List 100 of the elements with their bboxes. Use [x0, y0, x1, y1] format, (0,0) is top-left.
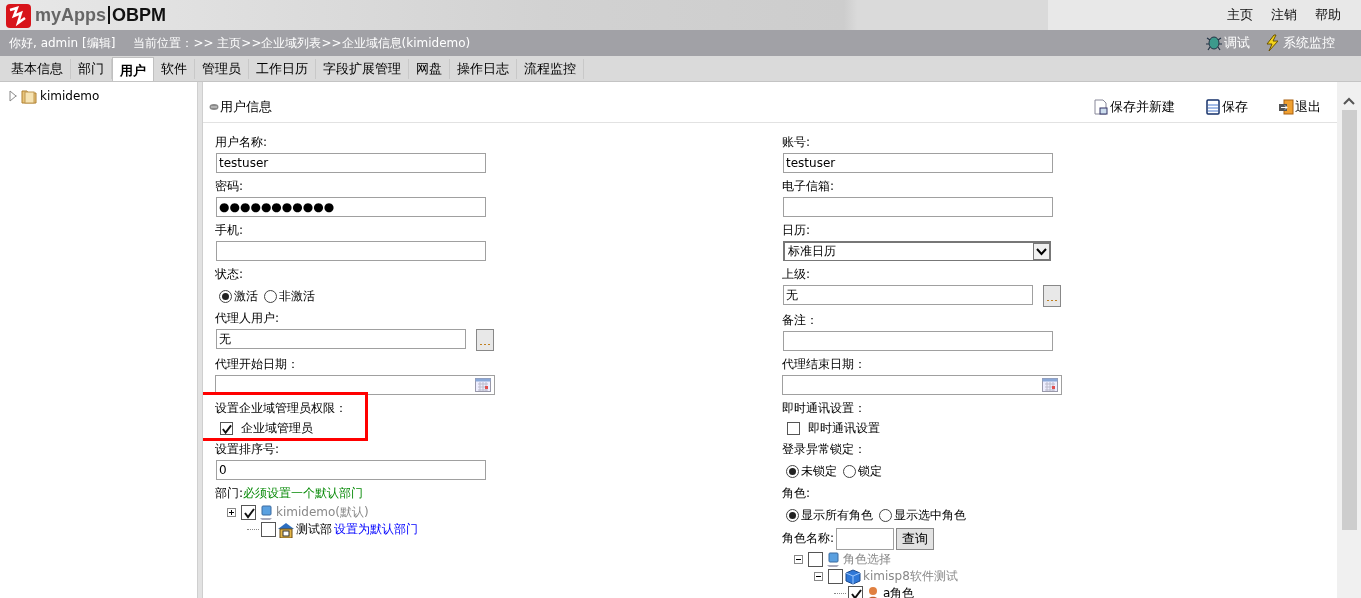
field-label: 代理结束日期：: [782, 356, 867, 373]
toolbar-button[interactable]: 退出: [1278, 98, 1321, 116]
tab[interactable]: 基本信息: [4, 59, 71, 79]
breadcrumb: 当前位置：>> 主页>>企业域列表>>企业域信息(kimidemo): [133, 34, 471, 52]
field-label: 手机:: [215, 222, 245, 239]
text-field[interactable]: [783, 331, 1053, 351]
dropdown[interactable]: 标准日历: [783, 241, 1051, 261]
option-label: 未锁定: [801, 462, 837, 480]
tab[interactable]: 软件: [154, 59, 195, 79]
text-field[interactable]: 无: [216, 329, 466, 349]
scrollbar-thumb[interactable]: [1341, 110, 1357, 530]
text-field[interactable]: testuser: [783, 153, 1053, 173]
chevron-down-icon: [1033, 243, 1050, 260]
radio-button[interactable]: [879, 508, 892, 522]
text-field[interactable]: [216, 241, 486, 261]
scroll-up-icon: [1342, 96, 1356, 106]
field-label: 角色名称:: [782, 530, 835, 547]
folder-icon: [21, 88, 37, 104]
logo-icon: [5, 1, 32, 29]
tree-node-label[interactable]: 角色选择: [843, 551, 891, 568]
nav-link[interactable]: 注销: [1271, 6, 1297, 24]
checkmark-icon: [849, 587, 862, 598]
tab[interactable]: 管理员: [195, 59, 249, 79]
field-label: 角色:: [782, 485, 812, 502]
checkbox[interactable]: [261, 522, 276, 537]
option-label: 激活: [234, 287, 258, 305]
checkbox[interactable]: [828, 569, 843, 584]
hint-text: 必须设置一个默认部门: [243, 486, 364, 500]
product-name: OBPM: [108, 6, 166, 24]
calendar-icon: [1042, 378, 1058, 392]
tab[interactable]: 网盘: [409, 59, 450, 79]
brand-name: myApps: [35, 5, 106, 25]
nav-link[interactable]: 主页: [1227, 6, 1253, 24]
field-label: 设置企业域管理员权限：: [215, 400, 348, 417]
toolbar-button[interactable]: 保存: [1205, 98, 1248, 116]
field-label: 即时通讯设置：: [782, 400, 867, 417]
checkbox[interactable]: [220, 422, 233, 435]
tab[interactable]: 流程监控: [517, 59, 584, 79]
ellipsis-icon: [1047, 299, 1057, 302]
building-icon: [278, 521, 294, 538]
text-field[interactable]: 0: [216, 460, 486, 480]
tree-node-label[interactable]: kimidemo(默认): [276, 504, 369, 521]
nav-link[interactable]: 帮助: [1315, 6, 1341, 24]
computer-icon: [825, 551, 841, 568]
text-field[interactable]: ●●●●●●●●●●●: [216, 197, 486, 217]
calendar-icon: [475, 378, 491, 392]
save-icon: [1205, 99, 1221, 115]
computer-icon: [258, 504, 274, 521]
radio-button[interactable]: [843, 464, 856, 478]
ellipsis-icon: [480, 343, 490, 346]
tree-node-label[interactable]: kimisp8软件测试: [863, 568, 958, 585]
field-label: 设置排序号:: [215, 441, 281, 458]
lightning-icon: [1264, 34, 1282, 52]
text-field[interactable]: [783, 197, 1053, 217]
new-document-icon: [1093, 99, 1109, 115]
checkbox[interactable]: [808, 552, 823, 567]
greeting-text: 你好, admin [编辑]: [9, 34, 116, 52]
checkbox[interactable]: [848, 586, 863, 598]
tab[interactable]: 字段扩展管理: [316, 59, 409, 79]
checkbox[interactable]: [241, 505, 256, 520]
section-title: 用户信息: [220, 98, 272, 116]
section-icon: [209, 103, 219, 111]
radio-button[interactable]: [786, 508, 799, 522]
radio-button[interactable]: [786, 464, 799, 478]
browse-button[interactable]: [1043, 285, 1061, 307]
toolbar-button[interactable]: 保存并新建: [1093, 98, 1175, 116]
browse-button[interactable]: [476, 329, 494, 351]
tree-node-label[interactable]: 测试部: [296, 521, 332, 538]
tab[interactable]: 操作日志: [450, 59, 517, 79]
field-label: 代理人用户:: [215, 310, 281, 327]
radio-button[interactable]: [219, 289, 232, 303]
checkbox[interactable]: [787, 422, 800, 435]
option-label: 企业域管理员: [241, 420, 313, 437]
checkmark-icon: [242, 506, 255, 519]
field-label: 账号:: [782, 134, 812, 151]
option-label: 锁定: [858, 462, 882, 480]
default-link[interactable]: 设置为默认部门: [334, 521, 418, 538]
option-label: 显示所有角色: [801, 506, 873, 524]
date-field[interactable]: [782, 375, 1062, 395]
date-field[interactable]: [215, 375, 495, 395]
tab[interactable]: 用户: [112, 57, 154, 81]
tree-node-label[interactable]: a角色: [883, 585, 915, 598]
field-label: 电子信箱:: [782, 178, 836, 195]
query-button[interactable]: 查询: [896, 527, 935, 550]
tab[interactable]: 工作日历: [249, 59, 316, 79]
radio-button[interactable]: [264, 289, 277, 303]
field-label: 密码:: [215, 178, 245, 195]
field-label: 备注：: [782, 312, 819, 329]
field-label: 代理开始日期：: [215, 356, 300, 373]
field-label: 上级:: [782, 266, 812, 283]
checkmark-icon: [221, 422, 232, 435]
tree-item[interactable]: kimidemo: [40, 89, 100, 103]
search-field[interactable]: [836, 527, 895, 550]
text-field[interactable]: testuser: [216, 153, 486, 173]
text-field[interactable]: 无: [783, 285, 1033, 305]
cube-icon: [845, 568, 861, 585]
bug-icon: [1205, 34, 1223, 52]
field-label: 用户名称:: [215, 134, 269, 151]
exit-door-icon: [1278, 99, 1294, 115]
field-label: 部门:: [215, 486, 244, 500]
